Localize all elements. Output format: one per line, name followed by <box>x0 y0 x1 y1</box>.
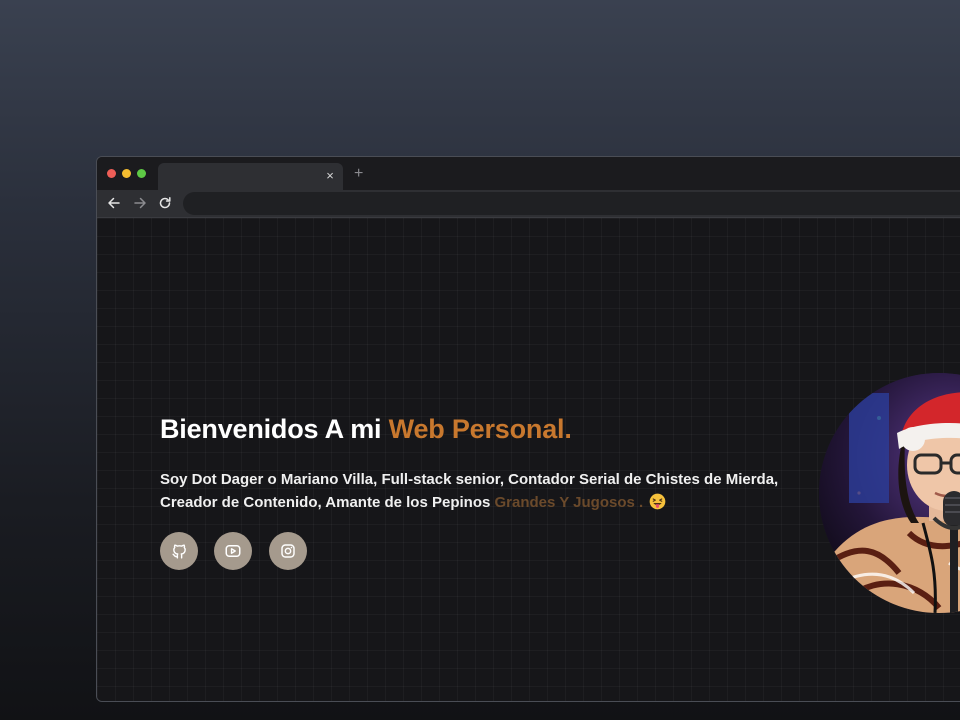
browser-window: × + Bienvenidos A mi Web Personal. Soy D… <box>96 156 960 702</box>
hero-description-highlight: Grandes Y Jugosos . <box>494 494 644 511</box>
reload-icon[interactable] <box>157 195 173 211</box>
hero-title-accent: Web Personal. <box>388 414 572 444</box>
address-bar[interactable] <box>183 192 960 215</box>
minimize-window-dot[interactable] <box>122 169 131 178</box>
profile-photo <box>819 373 960 613</box>
browser-toolbar <box>97 190 960 218</box>
forward-arrow-icon[interactable] <box>132 195 148 211</box>
instagram-icon <box>281 544 295 558</box>
web-page: Bienvenidos A mi Web Personal. Soy Dot D… <box>97 218 960 701</box>
hero-description: Soy Dot Dager o Mariano Villa, Full-stac… <box>160 468 820 514</box>
maximize-window-dot[interactable] <box>137 169 146 178</box>
new-tab-icon[interactable]: + <box>354 165 363 183</box>
github-icon <box>171 543 186 559</box>
browser-titlebar: × + <box>97 157 960 190</box>
tab-close-icon[interactable]: × <box>323 167 337 185</box>
youtube-icon <box>225 545 241 557</box>
close-window-dot[interactable] <box>107 169 116 178</box>
instagram-link-button[interactable] <box>269 532 307 570</box>
youtube-link-button[interactable] <box>214 532 252 570</box>
back-arrow-icon[interactable] <box>106 195 122 211</box>
browser-tab[interactable]: × <box>158 163 343 190</box>
tongue-face-emoji-icon <box>649 493 666 510</box>
github-link-button[interactable] <box>160 532 198 570</box>
profile-avatar <box>819 373 960 613</box>
hero-title: Bienvenidos A mi Web Personal. <box>160 414 572 445</box>
hero-description-main: Soy Dot Dager o Mariano Villa, Full-stac… <box>160 471 779 511</box>
hero-title-prefix: Bienvenidos A mi <box>160 414 389 444</box>
